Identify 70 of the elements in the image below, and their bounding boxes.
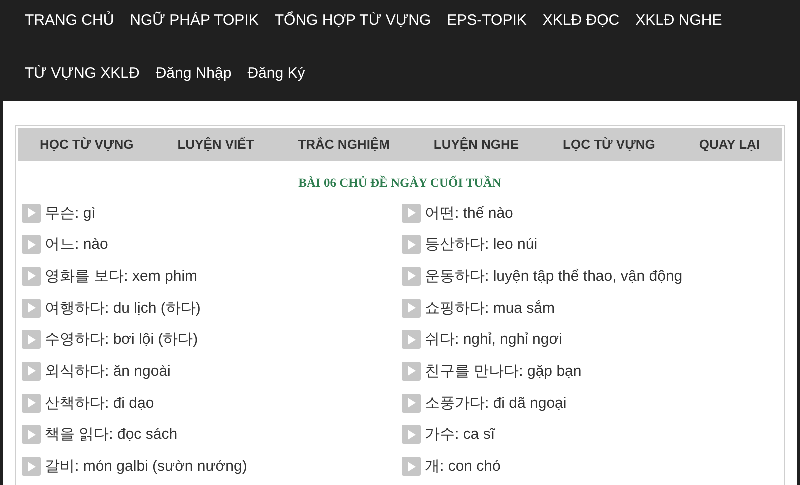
vocab-entry: 가수: ca sĩ: [425, 425, 496, 444]
play-button[interactable]: [22, 266, 41, 286]
nav-link[interactable]: EPS-TOPIK: [447, 0, 527, 53]
play-button[interactable]: [22, 425, 41, 444]
vocab-entry: 여행하다: du lịch (하다): [45, 298, 201, 318]
menu-link[interactable]: LUYỆN VIẾT: [178, 137, 254, 152]
nav-link[interactable]: NGỮ PHÁP TOPIK: [130, 0, 259, 53]
play-button[interactable]: [402, 204, 421, 222]
vocab-entry: 개: con chó: [425, 457, 501, 476]
play-icon: [406, 397, 416, 410]
play-icon: [26, 238, 36, 251]
play-icon: [26, 397, 36, 410]
nav-link[interactable]: Đăng Nhập: [156, 53, 232, 106]
vocab-entry: 산책하다: đi dạo: [45, 394, 154, 413]
play-button[interactable]: [402, 394, 421, 413]
lesson-title: BÀI 06 CHỦ ĐỀ NGÀY CUỐI TUẦN: [298, 176, 502, 191]
play-button[interactable]: [22, 362, 41, 381]
vocab-entry: 수영하다: bơi lội (하다): [45, 330, 198, 350]
vocab-entry: 영화를 보다: xem phim: [45, 266, 198, 286]
play-icon: [406, 207, 416, 219]
nav-link[interactable]: XKLĐ ĐỌC: [542, 0, 620, 53]
nav-link[interactable]: Đăng Ký: [248, 53, 306, 106]
play-icon: [26, 334, 36, 346]
nav-link[interactable]: XKLĐ NGHE: [636, 0, 722, 53]
play-button[interactable]: [402, 330, 421, 350]
vocab-entry: 어느: nào: [45, 235, 108, 254]
play-button[interactable]: [22, 330, 41, 350]
vocab-entry: 등산하다: leo núi: [425, 235, 538, 254]
play-button[interactable]: [22, 204, 41, 222]
play-icon: [406, 302, 416, 314]
play-button[interactable]: [402, 457, 421, 476]
nav-link[interactable]: TỔNG HỢP TỪ VỰNG: [274, 0, 432, 53]
menu-link[interactable]: QUAY LẠI: [699, 137, 760, 152]
play-button[interactable]: [402, 362, 421, 381]
play-icon: [406, 270, 416, 282]
nav-link[interactable]: TỪ VỰNG XKLĐ: [25, 53, 140, 106]
vocab-entry: 무슨: gì: [45, 204, 96, 222]
vocab-entry: 쇼핑하다: mua sắm: [425, 298, 556, 318]
menu-link[interactable]: HỌC TỪ VỰNG: [40, 137, 134, 152]
play-button[interactable]: [402, 235, 421, 254]
play-icon: [26, 270, 36, 282]
play-icon: [406, 428, 416, 441]
play-icon: [26, 460, 36, 472]
play-icon: [406, 365, 416, 378]
play-icon: [406, 238, 416, 251]
nav-link[interactable]: TRANG CHỦ: [25, 0, 114, 53]
play-icon: [406, 460, 416, 472]
vocab-entry: 외식하다: ăn ngoài: [45, 362, 171, 381]
play-button[interactable]: [22, 457, 41, 476]
play-button[interactable]: [22, 235, 41, 254]
play-button[interactable]: [402, 425, 421, 444]
play-icon: [26, 302, 36, 314]
play-button[interactable]: [22, 394, 41, 413]
play-icon: [26, 365, 36, 378]
play-button[interactable]: [402, 298, 421, 318]
vocab-entry: 어떤: thế nào: [425, 204, 514, 222]
play-button[interactable]: [402, 266, 421, 286]
vocab-entry: 소풍가다: đi dã ngoại: [425, 394, 567, 413]
menu-link[interactable]: LUYỆN NGHE: [434, 137, 520, 152]
vocab-entry: 친구를 만나다: gặp bạn: [425, 362, 582, 381]
play-icon: [26, 428, 36, 441]
play-button[interactable]: [22, 298, 41, 318]
vocab-entry: 쉬다: nghỉ, nghỉ ngơi: [425, 330, 562, 350]
menu-link[interactable]: TRẮC NGHIỆM: [298, 137, 390, 152]
vocab-entry: 운동하다: luyện tập thể thao, vận động: [425, 266, 683, 286]
vocab-entry: 갈비: món galbi (sườn nướng): [45, 457, 248, 476]
menu-link[interactable]: LỌC TỪ VỰNG: [563, 137, 656, 152]
play-icon: [406, 334, 416, 346]
vocab-entry: 책을 읽다: đọc sách: [45, 425, 178, 444]
play-icon: [26, 207, 36, 219]
